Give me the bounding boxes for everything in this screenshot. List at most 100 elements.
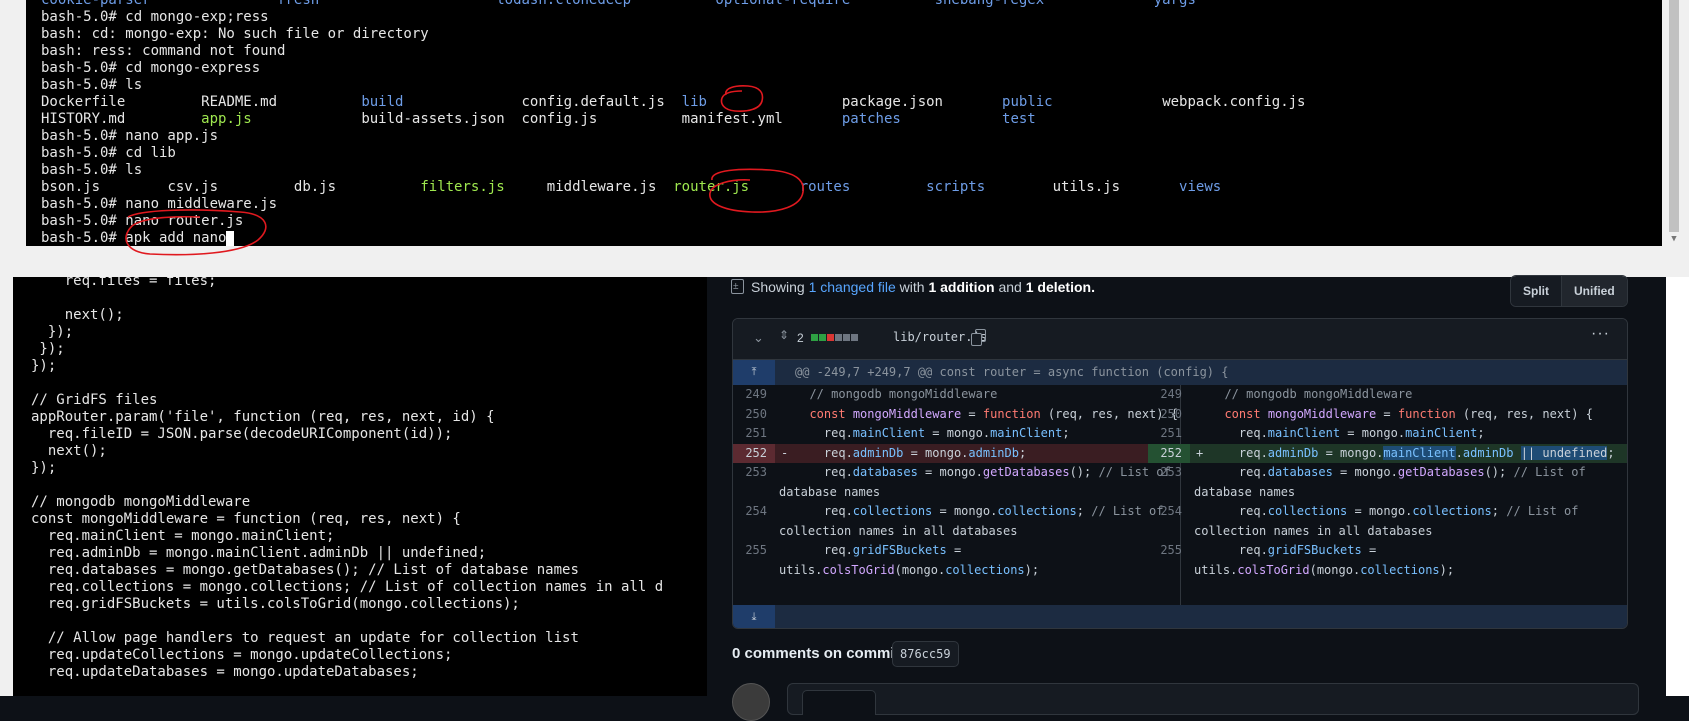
code-line: // mongodb mongoMiddleware xyxy=(31,494,251,510)
line-number[interactable]: 254 xyxy=(733,502,775,522)
diff-left-side: 249 // mongodb mongoMiddleware 250 const … xyxy=(733,385,1181,605)
hunk-header: ⤒ @@ -249,7 +249,7 @@ const router = asy… xyxy=(733,360,1627,385)
file-diff-header: ⌄ ⇕ 2 lib/router.js ··· xyxy=(733,319,1627,360)
additions-count: 1 addition xyxy=(928,279,995,295)
terminal-text: bash: cd: mongo-exp: No such file or dir… xyxy=(41,26,429,42)
line-number[interactable]: 252 xyxy=(733,443,775,463)
code-line: req.databases = mongo.getDatabases(); //… xyxy=(31,562,579,578)
deletion-marker: - xyxy=(781,445,789,460)
diff-context-line: 255 req.gridFSBuckets = utils.colsToGrid(… xyxy=(1148,541,1627,580)
terminal-text: fresh xyxy=(277,0,320,8)
diffstat-block xyxy=(827,334,834,341)
commit-sha-badge[interactable]: 876cc59 xyxy=(892,641,959,667)
diff-code-text: req.adminDb = mongo.adminDb; xyxy=(795,445,1027,460)
diff-code-wrapped-text: utils.colsToGrid(mongo.collections); xyxy=(779,562,1040,577)
terminal-text: bash-5.0# cd mongo-exp;ress xyxy=(41,9,269,25)
scroll-down-arrow-icon[interactable]: ▼ xyxy=(1666,232,1682,246)
copy-path-icon[interactable] xyxy=(971,329,986,346)
diffstat-block xyxy=(851,334,858,341)
split-view-button[interactable]: Split xyxy=(1511,276,1561,306)
line-number[interactable]: 250 xyxy=(733,405,775,425)
hunk-header-text: @@ -249,7 +249,7 @@ const router = async… xyxy=(795,365,1229,379)
diff-code-text: req.collections = mongo.collections; // … xyxy=(795,504,1164,518)
code-line: req.gridFSBuckets = utils.colsToGrid(mon… xyxy=(31,596,520,612)
line-number[interactable]: 255 xyxy=(733,541,775,561)
terminal-window: cookie-parser fresh lodash.clonedeep option… xyxy=(0,0,1689,277)
diff-right-side: 249 // mongodb mongoMiddleware 250 const … xyxy=(1148,385,1627,605)
diff-code-text: const mongoMiddleware = function (req, r… xyxy=(809,406,1178,421)
diff-context-line: 251 req.mainClient = mongo.mainClient; xyxy=(1148,424,1627,444)
line-number[interactable]: 253 xyxy=(1148,463,1190,483)
scrollbar-thumb[interactable] xyxy=(1669,0,1679,232)
editor-screen[interactable]: req.files = files; next(); }); });}); // … xyxy=(13,277,707,696)
terminal-text: routes xyxy=(799,179,851,195)
code-line: }); xyxy=(31,324,74,340)
diff-context-line: 249 // mongodb mongoMiddleware xyxy=(733,385,1180,405)
code-line: next(); xyxy=(31,307,124,323)
terminal-text: config.default.js xyxy=(521,94,665,110)
diff-code-text: req.gridFSBuckets = xyxy=(795,543,962,557)
comment-write-tab[interactable] xyxy=(802,690,876,715)
terminal-text: bash-5.0# apk add nano xyxy=(41,230,227,246)
line-number[interactable]: 249 xyxy=(733,385,775,405)
line-number[interactable]: 250 xyxy=(1148,405,1190,425)
changed-files-link[interactable]: 1 changed file xyxy=(809,279,896,295)
line-number[interactable]: 249 xyxy=(1148,385,1190,405)
editor-code: req.files = files; next(); }); });}); // … xyxy=(31,277,663,681)
terminal-text: cookie-parser xyxy=(41,0,151,8)
file-diff-icon xyxy=(731,277,744,297)
terminal-text: app.js xyxy=(201,111,252,127)
unified-view-button[interactable]: Unified xyxy=(1561,276,1627,306)
terminal-text: router.js xyxy=(673,179,750,195)
terminal-text: bash-5.0# nano app.js xyxy=(41,128,219,144)
code-line: }); xyxy=(31,460,57,476)
window-edge xyxy=(1666,246,1689,277)
line-number[interactable]: 253 xyxy=(733,463,775,483)
diff-added-line: 252 + req.adminDb = mongo.mainClient.admi… xyxy=(1148,443,1627,463)
code-line: req.collections = mongo.collections; // … xyxy=(31,579,664,595)
line-number[interactable]: 254 xyxy=(1148,502,1190,522)
line-number[interactable]: 251 xyxy=(1148,424,1190,444)
avatar xyxy=(732,683,770,721)
file-diff: ⌄ ⇕ 2 lib/router.js ··· ⤒ @@ -249,7 +249… xyxy=(732,318,1628,629)
diff-code-text: req.mainClient = mongo.mainClient; xyxy=(795,426,1070,440)
expand-all-icon[interactable]: ⇕ xyxy=(779,328,789,342)
terminal-text: optional-require xyxy=(715,0,851,8)
expand-down-icon[interactable]: ⤓ xyxy=(733,605,775,628)
line-number[interactable]: 252 xyxy=(1148,443,1190,463)
more-options-icon[interactable]: ··· xyxy=(1591,325,1610,343)
code-line: req.mainClient = mongo.mainClient; xyxy=(31,528,335,544)
code-line: // GridFS files xyxy=(31,392,158,408)
summary-and-text: and xyxy=(998,279,1022,295)
diff-context-line: 251 req.mainClient = mongo.mainClient; xyxy=(733,424,1180,444)
diffstat-bar xyxy=(811,334,858,341)
code-line: req.adminDb = mongo.mainClient.adminDb |… xyxy=(31,545,487,561)
terminal-text: webpack.config.js xyxy=(1162,94,1306,110)
line-number[interactable]: 251 xyxy=(733,424,775,444)
diff-code-text: req.gridFSBuckets = xyxy=(1210,543,1377,557)
comments-heading: 0 comments on commit xyxy=(732,645,900,662)
terminal-scrollbar[interactable]: ▼ xyxy=(1666,0,1682,246)
diff-context-line: 253 req.databases = mongo.getDatabases()… xyxy=(1148,463,1627,502)
diff-context-line: 254 req.collections = mongo.collections;… xyxy=(733,502,1180,541)
line-number[interactable]: 255 xyxy=(1148,541,1190,561)
comment-box[interactable] xyxy=(787,683,1639,715)
terminal-text: build xyxy=(361,94,404,110)
terminal-text: csv.js xyxy=(167,179,219,195)
collapse-chevron-icon[interactable]: ⌄ xyxy=(753,330,764,346)
summary-with-text: with xyxy=(899,279,925,295)
terminal-screen[interactable]: cookie-parser fresh lodash.clonedeep option… xyxy=(26,0,1662,246)
diff-context-line: 253 req.databases = mongo.getDatabases()… xyxy=(733,463,1180,502)
terminal-text: bash-5.0# ls xyxy=(41,162,143,178)
terminal-text: lib xyxy=(681,94,707,110)
diff-code-text: req.databases = mongo.getDatabases(); //… xyxy=(1210,465,1586,479)
diff-code-text: req.databases = mongo.getDatabases(); //… xyxy=(795,465,1171,479)
diff-code-wrapped-text: utils.colsToGrid(mongo.collections); xyxy=(1194,562,1455,577)
terminal-text: config.js xyxy=(521,111,598,127)
summary-showing-text: Showing xyxy=(751,279,805,295)
terminal-text: bash-5.0# cd mongo-express xyxy=(41,60,261,76)
expand-up-icon[interactable]: ⤒ xyxy=(733,360,775,385)
diff-summary: Showing 1 changed file with 1 addition a… xyxy=(731,277,1095,299)
code-line: next(); xyxy=(31,443,107,459)
